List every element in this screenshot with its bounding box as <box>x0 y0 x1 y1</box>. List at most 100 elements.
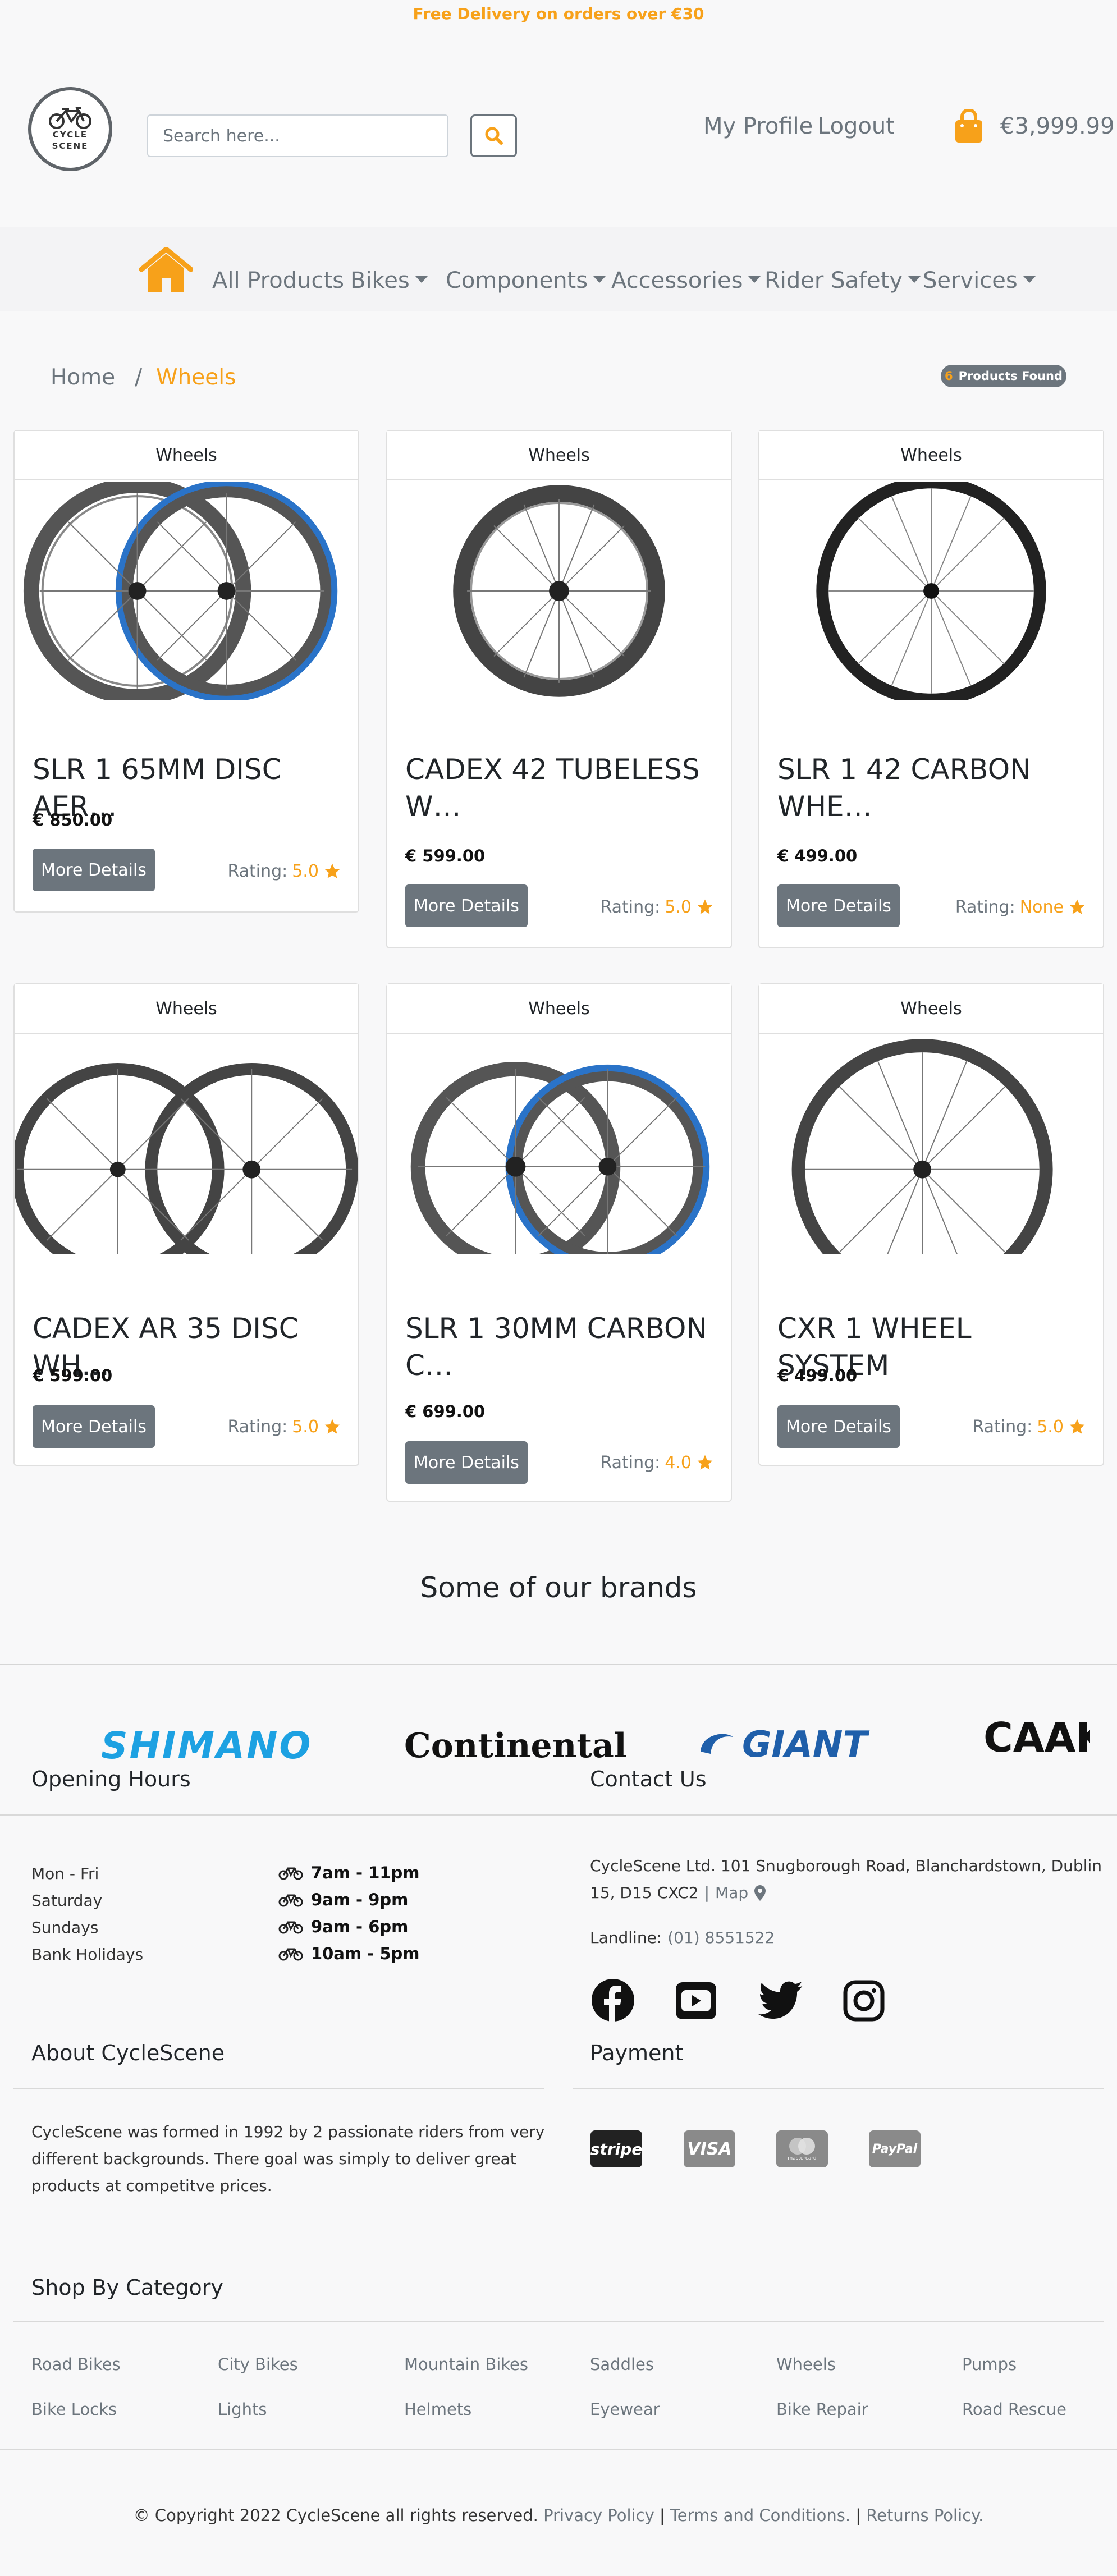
more-details-button[interactable]: More Details <box>405 884 528 927</box>
category-link[interactable]: Road Bikes <box>31 2355 121 2374</box>
category-link[interactable]: Helmets <box>404 2400 471 2419</box>
category-link[interactable]: Saddles <box>590 2355 654 2374</box>
hours-day: Saturday <box>31 1891 103 1910</box>
mastercard-label: mastercard <box>788 2156 817 2161</box>
brand-logo-giant[interactable]: GIANT <box>696 1724 904 1766</box>
category-link[interactable]: Bike Repair <box>776 2400 868 2419</box>
brand-logo-shimano[interactable]: SHIMANO <box>101 1726 314 1766</box>
address-text: 15, D15 CXC2 <box>590 1883 699 1902</box>
product-image-double-wheel[interactable] <box>15 1035 358 1254</box>
hours-time: 7am - 11pm <box>311 1863 420 1882</box>
product-rating: Rating: 5.0 <box>227 860 341 882</box>
giant-text: GIANT <box>742 1724 868 1766</box>
rating-label: Rating: <box>600 1452 661 1473</box>
nav-accessories[interactable]: Accessories <box>611 264 761 297</box>
more-details-button[interactable]: More Details <box>405 1441 528 1484</box>
product-title[interactable]: SLR 1 42 CARBON WHE… <box>777 751 1092 825</box>
star-icon <box>324 863 340 878</box>
map-marker-icon[interactable] <box>754 1885 766 1901</box>
product-rating: Rating: 5.0 <box>600 896 714 918</box>
home-icon[interactable] <box>139 247 193 293</box>
separator: | <box>855 2506 862 2525</box>
category-link[interactable]: Road Rescue <box>962 2400 1066 2419</box>
product-title[interactable]: SLR 1 30MM CARBON C… <box>405 1310 720 1384</box>
brand-logo-partial[interactable]: CAAK <box>983 1721 1090 1754</box>
nav-label: Services <box>923 268 1018 294</box>
instagram-icon[interactable] <box>843 1980 885 2022</box>
category-link[interactable]: Mountain Bikes <box>404 2355 528 2374</box>
facebook-icon[interactable] <box>590 1978 635 2023</box>
landline-number[interactable]: (01) 8551522 <box>667 1928 775 1947</box>
product-image-double-wheel[interactable] <box>15 482 358 700</box>
divider <box>0 2449 1117 2450</box>
rating-value: 5.0 <box>1037 1417 1064 1437</box>
more-details-button[interactable]: More Details <box>777 1405 900 1448</box>
breadcrumb-separator: / <box>135 365 143 390</box>
product-image-wheel[interactable] <box>759 482 1103 700</box>
category-link[interactable]: Lights <box>218 2400 267 2419</box>
hours-time-row: 9am - 6pm <box>278 1917 408 1936</box>
nav-rider-safety[interactable]: Rider Safety <box>764 264 921 297</box>
product-card: Wheels CXR 1 WHEEL SYSTEM € 499.00 More … <box>758 983 1104 1466</box>
about-text-line2: different backgrounds. There goal was si… <box>31 2149 516 2168</box>
search-input[interactable]: Search here... <box>147 114 448 157</box>
logout-link[interactable]: Logout <box>818 112 895 140</box>
more-details-button[interactable]: More Details <box>33 1405 155 1448</box>
product-card: Wheels CADEX AR 35 DISC WH… € 599.00 Mor… <box>13 983 359 1466</box>
nav-label: Rider Safety <box>764 268 903 294</box>
nav-components[interactable]: Components <box>446 264 606 297</box>
nav-all-products[interactable]: All Products <box>212 264 344 297</box>
category-link[interactable]: Pumps <box>962 2355 1017 2374</box>
terms-link[interactable]: Terms and Conditions. <box>670 2506 850 2525</box>
divider <box>13 2088 544 2089</box>
more-details-button[interactable]: More Details <box>777 884 900 927</box>
hours-day: Mon - Fri <box>31 1864 99 1883</box>
product-card: Wheels SLR 1 42 CARBON WHE… € 499.00 Mor… <box>758 430 1104 948</box>
product-image-wheel[interactable] <box>759 1035 1103 1254</box>
search-icon <box>485 127 503 145</box>
search-button[interactable] <box>470 114 517 157</box>
category-link[interactable]: Wheels <box>776 2355 836 2374</box>
chevron-down-icon <box>908 276 921 283</box>
search-placeholder: Search here... <box>163 126 280 146</box>
product-image-double-wheel[interactable] <box>387 1035 731 1254</box>
category-link[interactable]: Bike Locks <box>31 2400 117 2419</box>
contact-landline: Landline: (01) 8551522 <box>590 1928 775 1947</box>
nav-bikes[interactable]: Bikes <box>350 264 428 297</box>
product-category: Wheels <box>15 984 358 1034</box>
copyright-text: © Copyright 2022 CycleScene all rights r… <box>133 2506 538 2525</box>
cart-total[interactable]: €3,999.99 <box>1000 112 1115 140</box>
product-card: Wheels SLR 1 30MM CARBON C… € 699.00 Mor… <box>386 983 732 1502</box>
map-link[interactable]: Map <box>715 1883 748 1902</box>
nav-services[interactable]: Services <box>923 264 1036 297</box>
returns-policy-link[interactable]: Returns Policy. <box>866 2506 983 2525</box>
privacy-policy-link[interactable]: Privacy Policy <box>543 2506 654 2525</box>
visa-icon: VISA <box>684 2130 735 2167</box>
star-icon <box>697 1455 713 1470</box>
rating-value: 4.0 <box>665 1452 692 1473</box>
payment-title: Payment <box>590 2041 684 2065</box>
shopping-bag-icon[interactable] <box>954 109 983 144</box>
rating-value: 5.0 <box>292 861 319 881</box>
bicycle-icon <box>278 1894 303 1907</box>
star-icon <box>1069 1419 1085 1434</box>
more-details-button[interactable]: More Details <box>33 849 155 891</box>
nav-label: Bikes <box>350 268 410 294</box>
paypal-icon: PayPal <box>869 2130 921 2167</box>
brands-title: Some of our brands <box>420 1571 697 1604</box>
product-title[interactable]: CADEX 42 TUBELESS W… <box>405 751 720 825</box>
product-price: € 599.00 <box>33 1366 113 1385</box>
youtube-icon[interactable] <box>675 1981 717 2020</box>
category-link[interactable]: City Bikes <box>218 2355 298 2374</box>
category-link[interactable]: Eyewear <box>590 2400 660 2419</box>
brand-logo-continental[interactable]: Continental <box>404 1726 627 1766</box>
site-logo[interactable]: CYCLE SCENE <box>28 87 112 171</box>
product-image-wheel[interactable] <box>387 482 731 700</box>
shop-by-category-title: Shop By Category <box>31 2275 223 2300</box>
product-price: € 599.00 <box>405 846 486 865</box>
my-profile-link[interactable]: My Profile <box>703 112 813 140</box>
twitter-icon[interactable] <box>758 1981 804 2020</box>
divider <box>573 2088 1104 2089</box>
breadcrumb-home[interactable]: Home <box>51 364 115 392</box>
products-found-count: 6 <box>945 369 953 383</box>
